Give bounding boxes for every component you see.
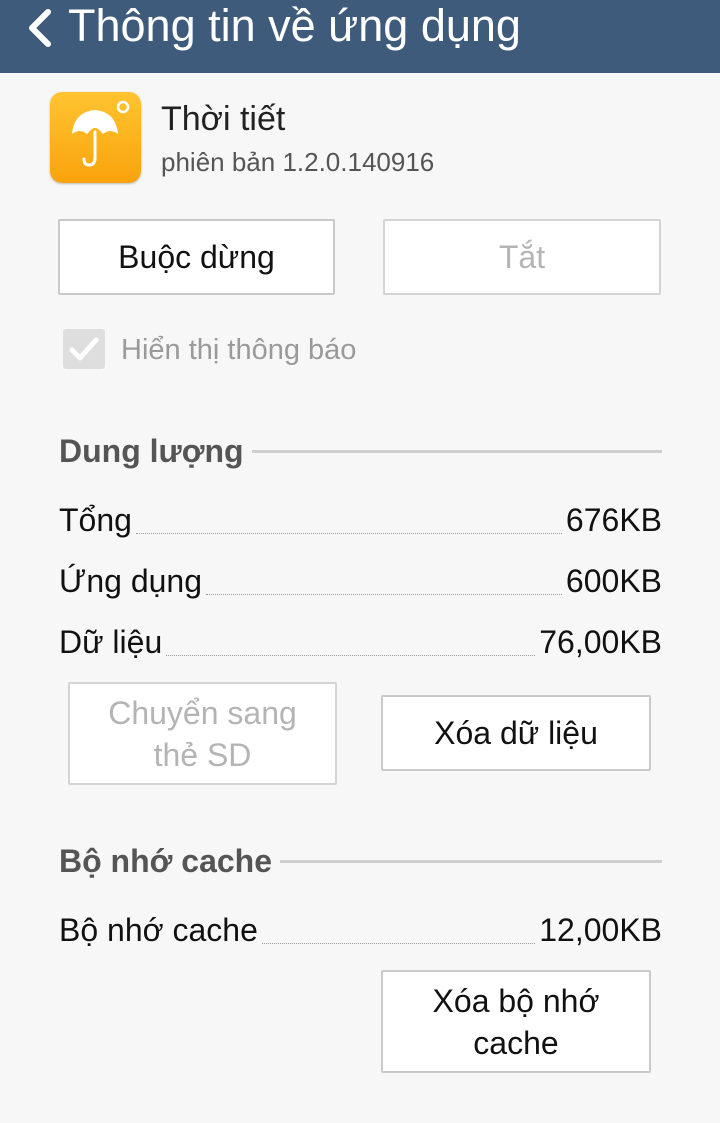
page-title: Thông tin về ứng dụng xyxy=(68,0,521,51)
app-icon xyxy=(50,92,141,183)
move-to-sd-button[interactable]: Chuyển sang thẻ SD xyxy=(68,682,337,785)
button-label-line1: Xóa bộ nhớ xyxy=(432,982,600,1019)
clear-cache-button[interactable]: Xóa bộ nhớ cache xyxy=(381,970,651,1073)
cache-section-header: Bộ nhớ cache xyxy=(59,841,662,881)
action-bar: Thông tin về ứng dụng xyxy=(0,0,720,73)
button-label-line2: cache xyxy=(473,1024,559,1061)
section-title: Dung lượng xyxy=(59,432,244,469)
checkmark-icon xyxy=(69,337,99,361)
storage-row-app: Ứng dụng 600KB xyxy=(59,561,662,601)
row-value: 676KB xyxy=(565,501,662,538)
app-version: phiên bản 1.2.0.140916 xyxy=(161,147,435,177)
umbrella-icon xyxy=(72,100,130,167)
back-button[interactable] xyxy=(22,8,58,48)
row-label: Bộ nhớ cache xyxy=(59,911,258,948)
row-label: Tổng xyxy=(59,501,132,538)
dotted-leader xyxy=(135,532,562,534)
row-label: Ứng dụng xyxy=(59,562,202,599)
section-divider xyxy=(280,859,662,863)
section-divider xyxy=(251,449,662,453)
row-value: 12,00KB xyxy=(539,911,662,948)
dotted-leader xyxy=(206,593,562,595)
cache-row: Bộ nhớ cache 12,00KB xyxy=(59,910,662,950)
chevron-left-icon xyxy=(29,9,51,47)
show-notifications-label: Hiển thị thông báo xyxy=(121,334,357,366)
row-value: 600KB xyxy=(565,562,662,599)
row-label: Dữ liệu xyxy=(59,623,163,660)
force-stop-button[interactable]: Buộc dừng xyxy=(58,219,335,295)
clear-data-button[interactable]: Xóa dữ liệu xyxy=(381,695,651,771)
dotted-leader xyxy=(261,942,536,944)
storage-row-data: Dữ liệu 76,00KB xyxy=(59,622,662,662)
storage-row-total: Tổng 676KB xyxy=(59,500,662,540)
disable-button[interactable]: Tắt xyxy=(383,219,661,295)
app-name: Thời tiết xyxy=(161,100,286,138)
dotted-leader xyxy=(166,654,536,656)
row-value: 76,00KB xyxy=(539,623,662,660)
storage-section-header: Dung lượng xyxy=(59,431,662,471)
button-label-line2: thẻ SD xyxy=(153,736,252,773)
show-notifications-checkbox[interactable] xyxy=(63,329,105,369)
button-label-line1: Chuyển sang xyxy=(108,694,297,731)
section-title: Bộ nhớ cache xyxy=(59,842,273,879)
